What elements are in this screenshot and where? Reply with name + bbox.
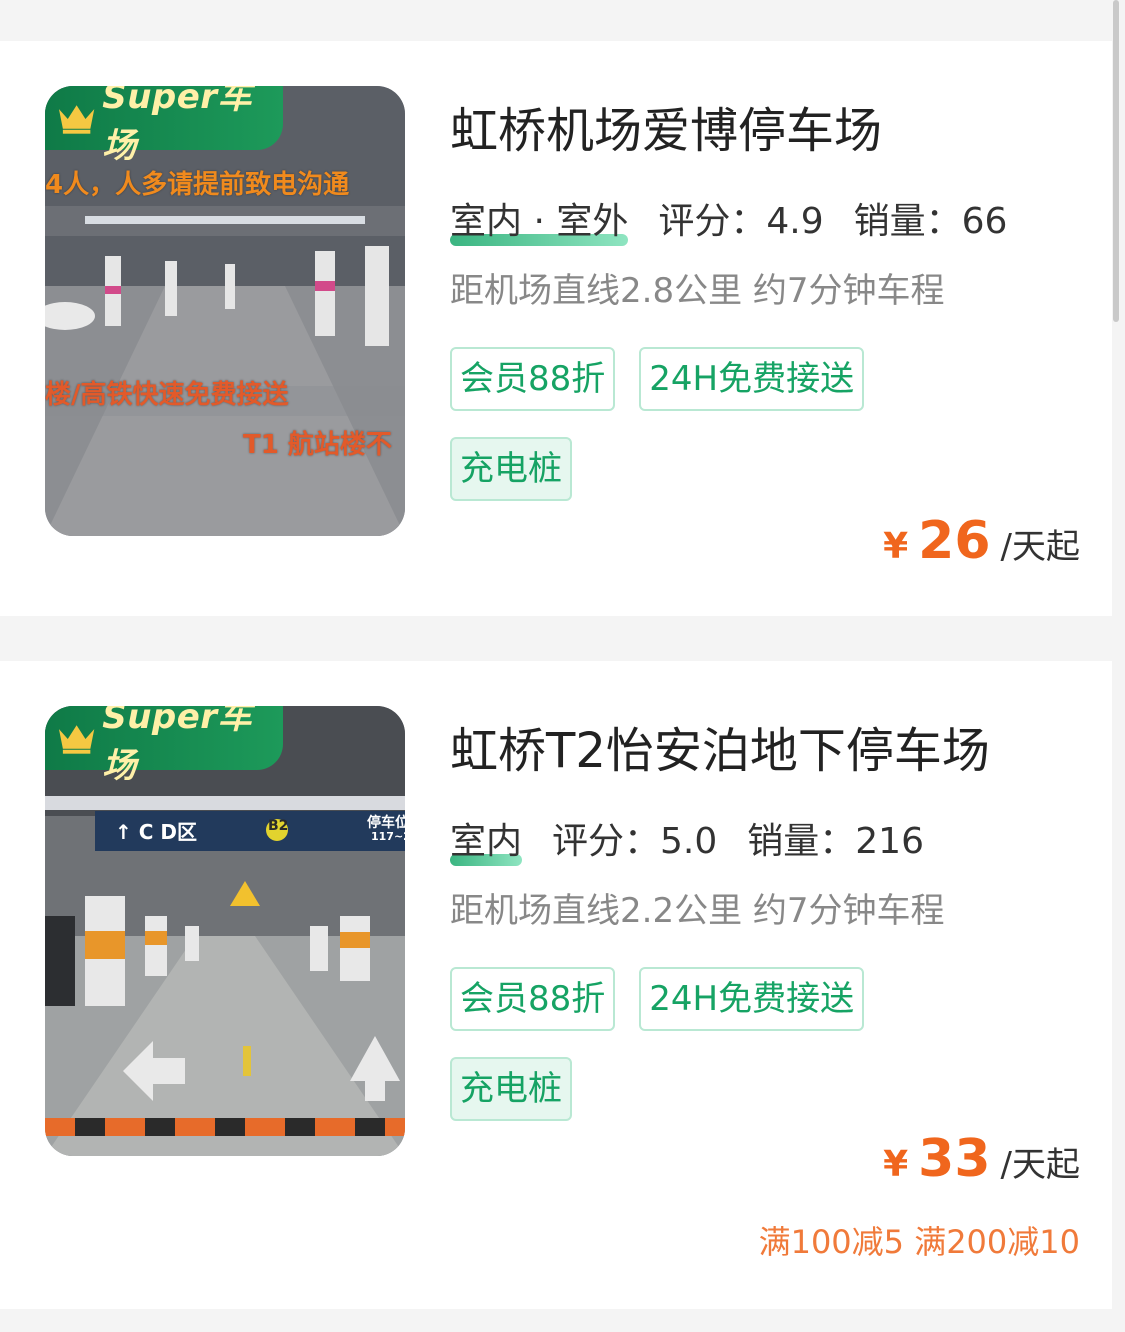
scrollbar[interactable] [1113,0,1119,322]
rating-score: 评分：4.9 [658,201,824,242]
feature-tags: 会员88折 24H免费接送 充电桩 [450,347,970,527]
promo-discount: 满100减5 满200减10 [758,1223,1080,1261]
parking-lot-title[interactable]: 虹桥T2怡安泊地下停车场 [450,711,990,781]
image-caption: 4人，人多请提前致电沟通 [45,170,350,200]
tag-charging-pile: 充电桩 [450,1057,572,1121]
location-type: 室内 · 室外 [450,192,629,246]
location-type: 室内 [450,812,523,866]
tag-free-shuttle: 24H免费接送 [639,967,865,1031]
tag-member-discount: 会员88折 [450,967,616,1031]
tag-charging-pile: 充电桩 [450,437,572,501]
price-amount: 33 [918,1129,991,1189]
tag-member-discount: 会员88折 [450,347,616,411]
distance-info: 距机场直线2.2公里 约7分钟车程 [450,891,945,931]
currency-symbol: ¥ [883,1144,909,1185]
price-unit: /天起 [1000,527,1080,567]
parking-meta: 室内 · 室外 评分：4.9 销量：66 [450,192,1037,246]
price: ¥ 33 /天起 [883,1129,1080,1189]
sales-count: 销量：66 [853,201,1008,242]
feature-tags: 会员88折 24H免费接送 充电桩 [450,967,970,1147]
parking-listing-card[interactable]: Super车场 ↑ C D区 B2 停车位 117~2 虹桥T2怡安泊地下停车场… [0,661,1112,1309]
price: ¥ 26 /天起 [883,511,1080,571]
distance-info: 距机场直线2.8公里 约7分钟车程 [450,271,945,311]
sign-text: ↑ C D区 [115,820,197,844]
parking-listing-card[interactable]: Super车场 4人，人多请提前致电沟通 楼/高铁快速免费接送 T1 航站楼不 … [0,41,1112,616]
image-caption: 楼/高铁快速免费接送 [45,380,289,410]
crown-icon [58,725,95,754]
currency-symbol: ¥ [883,526,909,567]
sign-text: 停车位 [367,815,405,831]
crown-icon [58,105,95,134]
price-unit: /天起 [1000,1145,1080,1185]
parking-lot-title[interactable]: 虹桥机场爱博停车场 [450,91,882,161]
parking-lot-photo[interactable]: Super车场 4人，人多请提前致电沟通 楼/高铁快速免费接送 T1 航站楼不 [45,86,405,536]
price-amount: 26 [918,511,991,571]
super-parking-badge: Super车场 [45,706,283,786]
parking-meta: 室内 评分：5.0 销量：216 [450,812,954,866]
parking-lot-photo[interactable]: Super车场 ↑ C D区 B2 停车位 117~2 [45,706,405,1156]
sign-text: 117~2 [371,830,405,843]
sales-count: 销量：216 [747,821,924,862]
tag-free-shuttle: 24H免费接送 [639,347,865,411]
sign-text: B2 [268,818,289,834]
super-parking-badge: Super车场 [45,86,283,166]
rating-score: 评分：5.0 [552,821,718,862]
image-caption: T1 航站楼不 [243,430,392,460]
